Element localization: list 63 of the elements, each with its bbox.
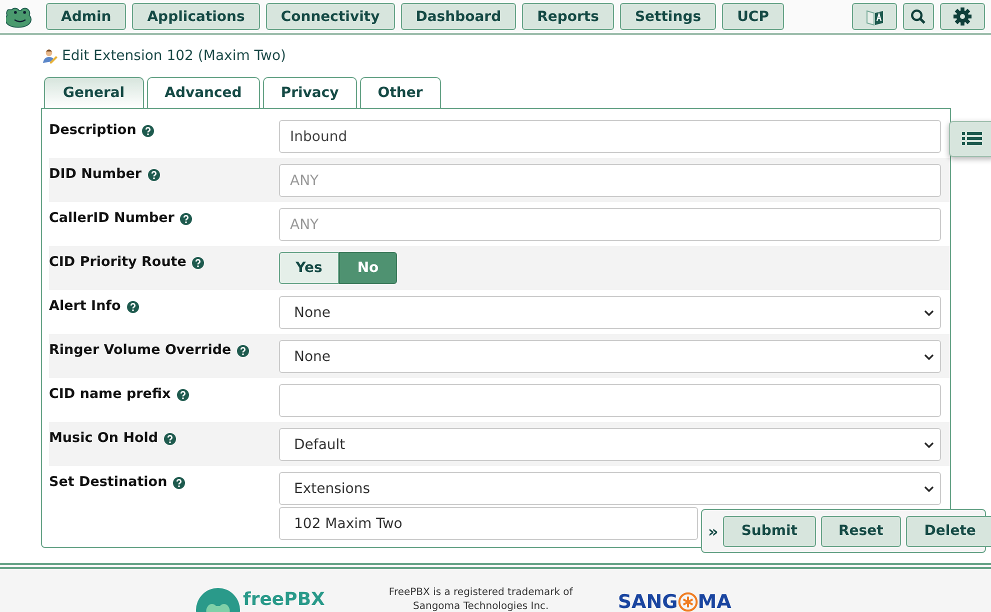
chevron-down-icon (924, 354, 934, 360)
settings-icon (953, 7, 972, 26)
chevron-down-icon (924, 442, 934, 448)
help-icon[interactable] (237, 345, 250, 357)
tab[interactable]: Other (360, 77, 441, 108)
field-label: Alert Info (49, 298, 121, 314)
nav-button[interactable]: Admin (46, 3, 126, 30)
field-label: Ringer Volume Override (49, 342, 232, 358)
field-label: CID Priority Route (49, 254, 186, 270)
logo-text: MA (698, 592, 732, 612)
field-label: CID name prefix (49, 386, 171, 402)
input-field[interactable]: Inbound (279, 120, 941, 153)
action-button[interactable]: Reset (820, 516, 902, 546)
language-button[interactable] (852, 3, 897, 30)
field-label: Set Destination (49, 474, 168, 490)
tab[interactable]: Advanced (146, 77, 260, 108)
list-button[interactable] (949, 121, 991, 157)
frog-logo-icon[interactable] (6, 6, 34, 28)
nav-button[interactable]: Settings (620, 3, 716, 30)
settings-button[interactable] (940, 3, 985, 30)
help-icon[interactable] (180, 213, 192, 225)
nav-button[interactable]: UCP (722, 3, 784, 30)
select-field[interactable]: Extensions (279, 472, 941, 505)
search-icon (910, 8, 927, 26)
tab[interactable]: Privacy (262, 77, 357, 108)
select-field[interactable]: Default (279, 428, 941, 461)
help-icon[interactable] (164, 433, 176, 445)
help-icon[interactable] (173, 477, 186, 489)
nav-button[interactable]: Applications (132, 3, 260, 30)
action-button[interactable]: Delete (906, 516, 991, 546)
chevron-down-icon (924, 310, 934, 316)
user-edit-icon (42, 48, 58, 64)
chevron-down-icon (924, 486, 934, 492)
field-label: DID Number (49, 166, 142, 182)
expand-toggle[interactable]: » (708, 522, 718, 540)
input-field[interactable]: ANY (279, 164, 941, 197)
help-icon[interactable] (142, 125, 154, 137)
search-button[interactable] (903, 3, 934, 30)
help-icon[interactable] (126, 301, 139, 313)
logo-text: freePBX (243, 591, 325, 609)
nav-button[interactable]: Dashboard (400, 3, 516, 30)
toggle-option[interactable]: No (339, 252, 397, 284)
list-icon (962, 131, 982, 147)
field-label: CallerID Number (49, 210, 174, 226)
nav-button[interactable]: Connectivity (266, 3, 395, 30)
action-button[interactable]: Submit (723, 516, 816, 546)
help-icon[interactable] (176, 389, 189, 401)
field-label: Description (49, 122, 136, 138)
toggle-option[interactable]: Yes (279, 252, 339, 284)
help-icon[interactable] (192, 257, 204, 269)
field-label: Music On Hold (49, 430, 158, 446)
logo-text: SANG (618, 592, 678, 612)
input-field[interactable]: ANY (279, 208, 941, 241)
select-field[interactable]: 102 Maxim Two (279, 507, 698, 540)
asterisk-logo-icon (678, 592, 698, 612)
help-icon[interactable] (148, 169, 160, 181)
input-field[interactable] (279, 384, 941, 417)
select-field[interactable]: None (279, 340, 941, 373)
tab[interactable]: General (44, 77, 144, 108)
page-title: Edit Extension 102 (Maxim Two) (62, 48, 286, 64)
select-field[interactable]: None (279, 296, 941, 329)
nav-button[interactable]: Reports (522, 3, 614, 30)
trademark-text: FreePBX is a registered trademark of Sangoma Technologies Inc. (388, 586, 573, 612)
